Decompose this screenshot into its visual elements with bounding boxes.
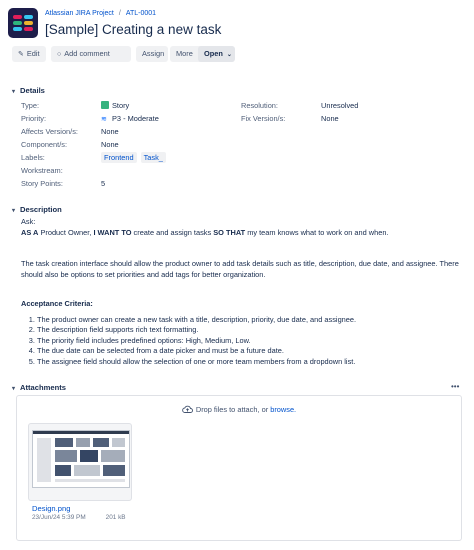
type-value-text: Story: [112, 101, 130, 110]
assign-label: Assign: [142, 49, 165, 58]
fix-version-label: Fix Version/s:: [241, 114, 286, 123]
story-role: Product Owner,: [38, 228, 94, 237]
details-section-toggle[interactable]: ▾ Details: [12, 86, 45, 95]
issue-header: Atlassian JIRA Project / ATL-0001 [Sample]…: [8, 8, 466, 42]
breadcrumb: Atlassian JIRA Project / ATL-0001: [45, 10, 156, 17]
add-comment-button[interactable]: ○ Add comment: [51, 46, 131, 62]
story-icon: [101, 101, 109, 109]
status-label: Open: [204, 49, 223, 58]
description-ask: Ask:: [21, 217, 36, 226]
list-item: The due date can be selected from a date…: [37, 346, 461, 356]
cloud-upload-icon: [182, 405, 193, 413]
attachment-size: 201 kB: [105, 514, 126, 521]
labels-value: Frontend Task_: [101, 152, 170, 163]
user-story: AS A Product Owner, I WANT TO create and…: [21, 227, 461, 238]
breadcrumb-project-link[interactable]: Atlassian JIRA Project: [45, 10, 114, 17]
affects-version-label: Affects Version/s:: [21, 127, 78, 136]
breadcrumb-separator: /: [118, 10, 121, 17]
story-goal: create and assign tasks: [131, 228, 214, 237]
description-section-toggle[interactable]: ▾ Description: [12, 205, 62, 214]
criteria-list: The product owner can create a new task …: [21, 315, 461, 367]
labels-label: Labels:: [21, 153, 45, 162]
resolution-label: Resolution:: [241, 101, 278, 110]
story-benefit: my team knows what to work on and when.: [245, 228, 389, 237]
status-dropdown[interactable]: Open ⌄: [198, 46, 235, 62]
attachment-file-name[interactable]: Design.png: [32, 504, 70, 513]
type-label: Type:: [21, 101, 40, 110]
list-item: The assignee field should allow the sele…: [37, 357, 461, 367]
drop-files-prompt: Drop files to attach, or browse.: [17, 405, 461, 414]
list-item: The priority field includes predefined o…: [37, 336, 461, 346]
component-value[interactable]: None: [101, 140, 119, 149]
more-label: More: [176, 49, 193, 58]
type-value: Story: [101, 101, 129, 110]
breadcrumb-issue-key-link[interactable]: ATL-0001: [126, 10, 156, 17]
chevron-down-icon: ▾: [12, 386, 16, 392]
attachment-preview-image: [32, 430, 130, 488]
resolution-value: Unresolved: [321, 101, 359, 110]
pencil-icon: ✎: [18, 51, 24, 58]
attachment-thumbnail[interactable]: [28, 423, 132, 501]
chevron-down-icon: ⌄: [226, 52, 232, 58]
component-label: Component/s:: [21, 140, 68, 149]
issue-title[interactable]: [Sample] Creating a new task: [45, 22, 221, 37]
drop-files-text: Drop files to attach, or: [195, 405, 269, 414]
details-heading: Details: [20, 86, 45, 95]
story-points-label: Story Points:: [21, 179, 63, 188]
edit-button[interactable]: ✎ Edit: [12, 46, 46, 62]
chevron-down-icon: ▾: [12, 89, 16, 95]
affects-version-value[interactable]: None: [101, 127, 119, 136]
workstream-label: Workstream:: [21, 166, 63, 175]
list-item: The description field supports rich text…: [37, 325, 461, 335]
attachments-heading: Attachments: [20, 383, 66, 392]
attachment-meta: 23/Jun/24 5:39 PM 201 kB: [32, 514, 126, 521]
story-points-value[interactable]: 5: [101, 179, 105, 188]
fix-version-value[interactable]: None: [321, 114, 339, 123]
attachment-date: 23/Jun/24 5:39 PM: [32, 514, 86, 521]
priority-icon: ≋: [101, 116, 107, 123]
label-tag-frontend[interactable]: Frontend: [101, 152, 137, 163]
priority-value-text: P3 - Moderate: [112, 114, 159, 123]
browse-link[interactable]: browse.: [270, 405, 296, 414]
description-heading: Description: [20, 205, 62, 214]
attachments-section-toggle[interactable]: ▾ Attachments: [12, 383, 66, 392]
description-body[interactable]: Ask: AS A Product Owner, I WANT TO creat…: [21, 216, 461, 238]
story-want: I WANT TO: [93, 228, 132, 237]
label-tag-task[interactable]: Task_: [140, 152, 166, 163]
priority-value[interactable]: ≋ P3 - Moderate: [101, 114, 159, 123]
acceptance-criteria: The product owner can create a new task …: [21, 315, 461, 367]
story-as: AS A: [21, 228, 39, 237]
acceptance-criteria-heading: Acceptance Criteria:: [21, 299, 93, 308]
more-options-icon[interactable]: •••: [451, 382, 459, 391]
description-paragraph: The task creation interface should allow…: [21, 259, 459, 279]
project-logo-icon[interactable]: [8, 8, 38, 38]
story-so: SO THAT: [213, 228, 246, 237]
attachment-dropzone[interactable]: Drop files to attach, or browse. Design.…: [16, 395, 462, 541]
edit-button-label: Edit: [26, 49, 40, 58]
list-item: The product owner can create a new task …: [37, 315, 461, 325]
add-comment-label: Add comment: [64, 49, 110, 58]
chevron-down-icon: ▾: [12, 208, 16, 214]
assign-button[interactable]: Assign: [136, 46, 168, 62]
priority-label: Priority:: [21, 114, 47, 123]
comment-icon: ○: [57, 51, 62, 58]
